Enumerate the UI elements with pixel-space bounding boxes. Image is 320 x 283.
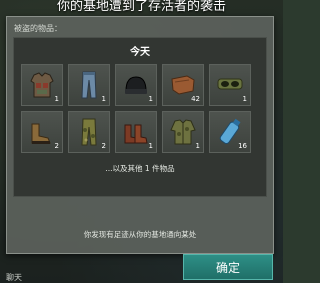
boots-icon: [31, 123, 51, 144]
item-quantity: 1: [148, 95, 153, 103]
leather-boots-icon: [124, 124, 148, 144]
item-slot[interactable]: 1: [21, 64, 63, 106]
item-quantity: 1: [148, 142, 153, 150]
item-quantity: 2: [54, 142, 59, 150]
item-slot[interactable]: 1: [209, 64, 251, 106]
item-slot[interactable]: 1: [68, 64, 110, 106]
item-slot[interactable]: 16: [209, 111, 251, 153]
item-slot[interactable]: 1: [162, 111, 204, 153]
item-quantity: 2: [101, 142, 106, 150]
item-quantity: 1: [242, 95, 247, 103]
pants-icon: [81, 71, 97, 99]
item-slot[interactable]: 2: [21, 111, 63, 153]
item-quantity: 1: [101, 95, 106, 103]
item-slot[interactable]: 1: [115, 111, 157, 153]
raid-report-panel: 被盗的物品： 今天 1 1 1 42 1 2 2 1 1 16 ...以及其他 …: [6, 16, 274, 254]
stolen-items-box: 今天 1 1 1 42 1 2 2 1 1 16 ...以及其他 1 件物品: [13, 37, 267, 197]
day-heading: 今天: [130, 47, 150, 58]
item-slot[interactable]: 2: [68, 111, 110, 153]
items-grid: 1 1 1 42 1 2 2 1 1 16: [21, 64, 251, 153]
item-slot[interactable]: 42: [162, 64, 204, 106]
camo-jacket-icon: [170, 119, 196, 145]
armor-vest-icon: [30, 72, 54, 98]
dialog-title: 你的基地遭到了存活者的袭击: [56, 0, 226, 14]
footprints-message: 你发现有足迹从你的基地通向某处: [83, 230, 197, 239]
more-items-text: ...以及其他 1 件物品: [105, 164, 175, 173]
stolen-items-label: 被盗的物品：: [14, 24, 62, 33]
item-slot[interactable]: 1: [115, 64, 157, 106]
goggles-icon: [217, 78, 243, 90]
beanie-hat-icon: [125, 76, 147, 94]
item-quantity: 16: [238, 142, 247, 150]
item-quantity: 1: [195, 142, 200, 150]
item-quantity: 1: [54, 95, 59, 103]
confirm-button[interactable]: 确定: [183, 254, 273, 280]
item-quantity: 42: [191, 95, 200, 103]
chat-tab[interactable]: 聊天: [6, 272, 22, 283]
camo-pants-icon: [81, 118, 97, 146]
